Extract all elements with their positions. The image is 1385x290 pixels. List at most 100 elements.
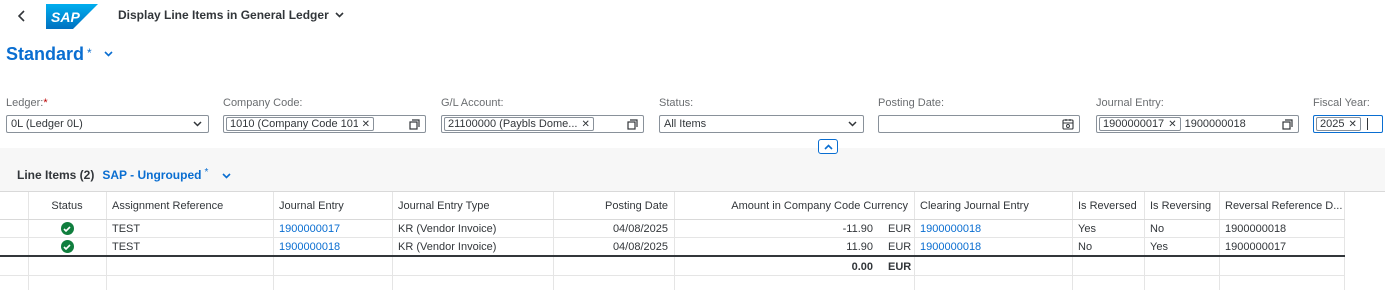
filter-fiscal-year: Fiscal Year: 2025 ✕ xyxy=(1313,97,1383,133)
journal-entry-label: Journal Entry: xyxy=(1096,97,1164,109)
back-button[interactable] xyxy=(12,6,32,26)
variant-selector[interactable]: Standard * xyxy=(6,44,113,65)
value-help-button[interactable] xyxy=(625,117,639,131)
filter-ledger: Ledger:* 0L (Ledger 0L) xyxy=(6,97,209,133)
filter-status: Status: All Items xyxy=(659,97,864,133)
gl-account-token[interactable]: 21100000 (Paybls Dome... ✕ xyxy=(444,117,594,131)
total-amount: 0.00 xyxy=(851,260,873,273)
token-remove-icon[interactable]: ✕ xyxy=(1168,119,1176,130)
posting-date-input[interactable] xyxy=(878,115,1080,133)
chevron-down-icon xyxy=(335,12,344,18)
ledger-select[interactable]: 0L (Ledger 0L) xyxy=(6,115,209,133)
total-currency: EUR xyxy=(888,260,912,273)
posting-date-label: Posting Date: xyxy=(878,97,945,109)
je-type-cell: KR (Vendor Invoice) xyxy=(398,222,497,235)
variant-name: Standard xyxy=(6,44,85,64)
currency-cell: EUR xyxy=(888,240,912,253)
clearing-entry-link[interactable]: 1900000018 xyxy=(914,220,1072,237)
ledger-label: Ledger: xyxy=(6,97,44,109)
success-check-icon xyxy=(60,240,74,253)
gl-account-label: G/L Account: xyxy=(441,97,504,109)
column-header-journal-entry[interactable]: Journal Entry xyxy=(273,192,392,219)
assignment-cell: TEST xyxy=(112,222,141,235)
value-help-button[interactable] xyxy=(407,117,421,131)
table-total-row: 0.00 EUR xyxy=(0,258,1345,276)
token-remove-icon[interactable]: ✕ xyxy=(362,119,370,130)
table-row[interactable]: TEST 1900000017 KR (Vendor Invoice) 04/0… xyxy=(0,220,1345,238)
fiscal-year-label: Fiscal Year: xyxy=(1313,97,1370,109)
table-variant-chevron[interactable] xyxy=(222,168,231,182)
value-help-icon xyxy=(408,118,420,130)
amount-cell: 11.90 xyxy=(846,240,873,253)
gl-account-multiinput[interactable]: 21100000 (Paybls Dome... ✕ xyxy=(441,115,644,133)
reversal-ref-cell: 1900000017 xyxy=(1225,240,1287,253)
company-code-label: Company Code: xyxy=(223,97,303,109)
shell-bar: SAP Display Line Items in General Ledger xyxy=(0,0,1385,34)
is-reversed-cell: Yes xyxy=(1078,222,1096,235)
collapse-filter-bar-button[interactable] xyxy=(818,139,838,154)
value-help-icon xyxy=(626,118,638,130)
journal-entry-multiinput[interactable]: 1900000017 ✕ 1900000018 xyxy=(1096,115,1299,133)
table-variant-name[interactable]: SAP - Ungrouped xyxy=(102,168,201,182)
app-title: Display Line Items in General Ledger xyxy=(118,8,329,22)
table-header-row: Status Assignment Reference Journal Entr… xyxy=(0,192,1345,220)
column-header-amount[interactable]: Amount in Company Code Currency xyxy=(674,192,914,219)
calendar-icon xyxy=(1062,119,1074,130)
value-help-icon xyxy=(1281,118,1293,130)
is-reversing-cell: No xyxy=(1150,222,1165,235)
fiscal-year-token[interactable]: 2025 ✕ xyxy=(1316,117,1361,131)
chevron-left-icon xyxy=(18,10,25,22)
date-picker-button[interactable] xyxy=(1061,117,1075,131)
chevron-down-icon xyxy=(222,173,231,179)
column-header-is-reversing[interactable]: Is Reversing xyxy=(1144,192,1219,219)
token-remove-icon[interactable]: ✕ xyxy=(1348,119,1356,130)
is-reversing-cell: Yes xyxy=(1150,240,1168,253)
company-code-token[interactable]: 1010 (Company Code 1010) ✕ xyxy=(226,117,374,131)
column-header-reversal-ref[interactable]: Reversal Reference D... xyxy=(1219,192,1344,219)
line-items-table: Status Assignment Reference Journal Entr… xyxy=(0,191,1385,290)
value-help-button[interactable] xyxy=(1280,117,1294,131)
filter-gl-account: G/L Account: 21100000 (Paybls Dome... ✕ xyxy=(441,97,644,133)
text-cursor xyxy=(1366,118,1368,130)
status-cell xyxy=(28,238,106,255)
company-code-multiinput[interactable]: 1010 (Company Code 1010) ✕ xyxy=(223,115,426,133)
fiscal-year-multiinput[interactable]: 2025 ✕ xyxy=(1313,115,1383,133)
status-select[interactable]: All Items xyxy=(659,115,864,133)
journal-entry-token[interactable]: 1900000017 ✕ xyxy=(1099,117,1181,131)
token-text: 2025 xyxy=(1320,118,1345,130)
table-title: Line Items (2) xyxy=(17,168,95,182)
sap-logo[interactable]: SAP xyxy=(46,4,98,29)
column-header-is-reversed[interactable]: Is Reversed xyxy=(1072,192,1144,219)
chevron-down-icon xyxy=(104,51,113,57)
table-variant-modified-marker: * xyxy=(204,166,209,178)
table-row[interactable]: TEST 1900000018 KR (Vendor Invoice) 04/0… xyxy=(0,238,1345,257)
column-header-status[interactable]: Status xyxy=(28,192,106,219)
filter-journal-entry: Journal Entry: 1900000017 ✕ 1900000018 xyxy=(1096,97,1299,133)
clearing-entry-link[interactable]: 1900000018 xyxy=(914,238,1072,255)
posting-date-cell: 04/08/2025 xyxy=(612,222,668,235)
status-value: All Items xyxy=(664,118,707,130)
column-header-clearing[interactable]: Clearing Journal Entry xyxy=(914,192,1072,219)
chevron-up-icon xyxy=(823,143,833,150)
success-check-icon xyxy=(60,222,74,235)
column-header-assignment[interactable]: Assignment Reference xyxy=(106,192,273,219)
status-label: Status: xyxy=(659,97,694,109)
app-title-menu[interactable]: Display Line Items in General Ledger xyxy=(118,8,344,22)
journal-entry-link[interactable]: 1900000018 xyxy=(273,238,392,255)
svg-text:SAP: SAP xyxy=(51,9,80,25)
chevron-down-icon xyxy=(192,121,202,127)
posting-date-cell: 04/08/2025 xyxy=(612,240,668,253)
reversal-ref-cell: 1900000018 xyxy=(1225,222,1287,235)
column-header-je-type[interactable]: Journal Entry Type xyxy=(392,192,553,219)
token-text: 1900000017 xyxy=(1103,118,1165,130)
assignment-cell: TEST xyxy=(112,240,141,253)
column-header-posting-date[interactable]: Posting Date xyxy=(553,192,674,219)
table-toolbar: Line Items (2) SAP - Ungrouped * xyxy=(17,166,231,182)
journal-entry-link[interactable]: 1900000017 xyxy=(273,220,392,237)
is-reversed-cell: No xyxy=(1078,240,1093,253)
token-text: 1010 (Company Code 1010) xyxy=(230,118,358,130)
token-remove-icon[interactable]: ✕ xyxy=(581,119,589,130)
filter-posting-date: Posting Date: xyxy=(878,97,1080,133)
currency-cell: EUR xyxy=(888,222,912,235)
token-text: 21100000 (Paybls Dome... xyxy=(448,118,578,130)
